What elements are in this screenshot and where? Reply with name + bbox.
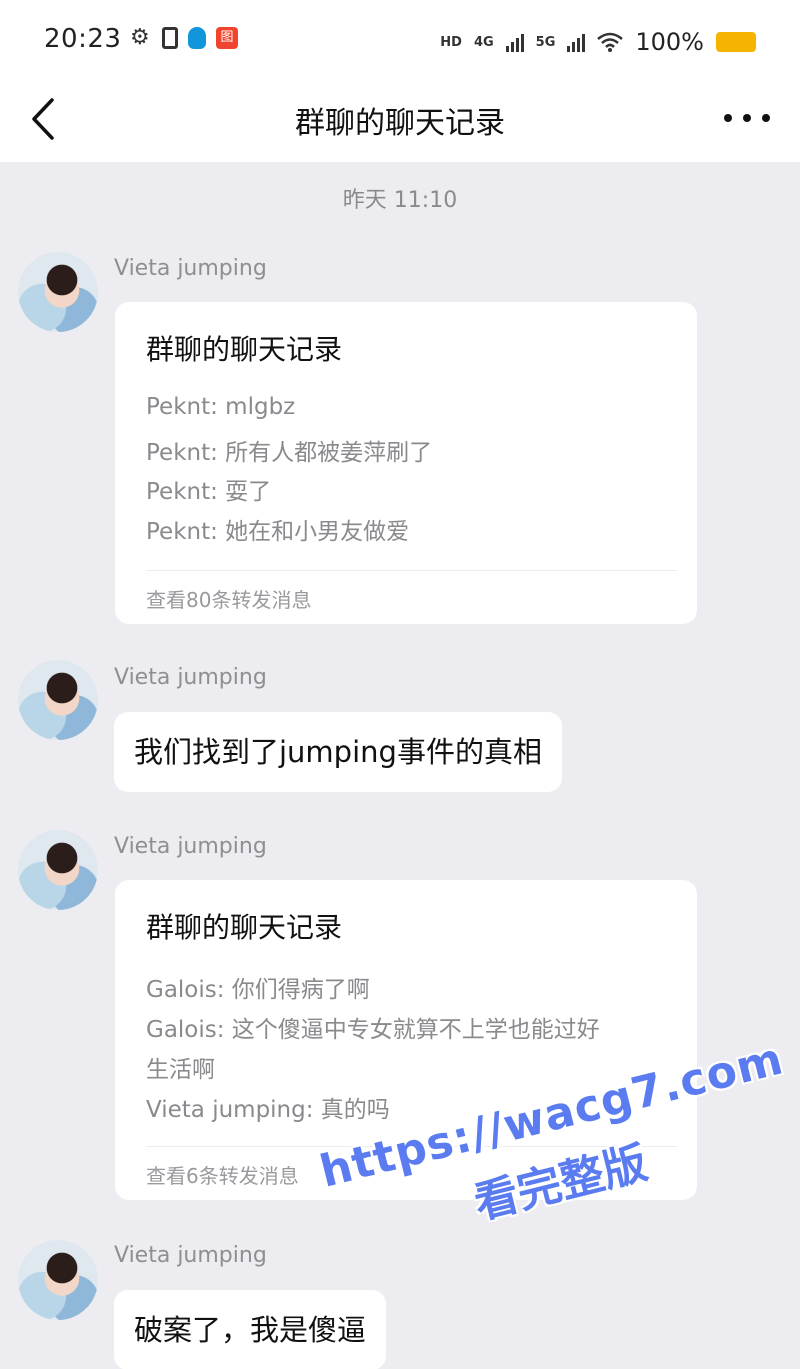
app-notification-icon: 图 (216, 27, 238, 49)
message-bubble[interactable]: 破案了，我是傻逼 (114, 1290, 387, 1369)
avatar[interactable] (18, 252, 98, 332)
hd-icon: HD (440, 34, 462, 50)
card-line: Peknt: 所有人都被姜萍刷了 (146, 440, 433, 466)
sender-name: Vieta jumping (114, 1243, 267, 1268)
gear-icon: ⚙ (130, 25, 150, 50)
system-icons: HD 4G 5G 100% (440, 28, 756, 56)
signal-icon (505, 32, 524, 52)
message-timestamp: 昨天 11:10 (342, 188, 458, 213)
card-footer: 查看6条转发消息 (146, 1164, 299, 1188)
avatar[interactable] (18, 660, 98, 740)
nav-bar: 群聊的聊天记录 (0, 80, 800, 162)
wifi-icon (597, 32, 624, 52)
card-footer: 查看80条转发消息 (146, 588, 312, 612)
signal-icon (567, 32, 586, 52)
card-line: Galois: 你们得病了啊 (146, 977, 370, 1003)
card-title: 群聊的聊天记录 (146, 333, 343, 366)
card-line: Peknt: mlgbz (146, 394, 296, 420)
clipboard-icon (162, 27, 178, 49)
battery-percent: 100% (635, 28, 704, 56)
avatar[interactable] (18, 1240, 98, 1320)
status-bar: 20:23 ⚙ 图 HD 4G 5G 100% (0, 0, 800, 80)
sender-name: Vieta jumping (114, 834, 267, 859)
card-line: 生活啊 (146, 1057, 215, 1083)
status-time: 20:23 (44, 24, 122, 54)
card-line: Peknt: 她在和小男友做爱 (146, 519, 410, 545)
battery-icon (716, 32, 756, 52)
forwarded-chat-card[interactable]: 群聊的聊天记录 Peknt: mlgbz Peknt: 所有人都被姜萍刷了 Pe… (115, 302, 697, 624)
sender-name: Vieta jumping (114, 665, 267, 690)
notification-icons: ⚙ 图 (130, 27, 238, 49)
network-4g-label: 4G (473, 34, 494, 50)
sender-name: Vieta jumping (114, 256, 267, 281)
card-line: Galois: 这个傻逼中专女就算不上学也能过好 (146, 1017, 600, 1043)
qq-icon (188, 27, 206, 49)
more-horizontal-icon (724, 114, 732, 122)
card-title: 群聊的聊天记录 (146, 911, 343, 944)
more-button[interactable] (724, 100, 770, 136)
message-bubble[interactable]: 我们找到了jumping事件的真相 (114, 712, 562, 792)
card-line: Vieta jumping: 真的吗 (146, 1097, 390, 1123)
page-title: 群聊的聊天记录 (295, 106, 505, 141)
network-5g-label: 5G (535, 34, 556, 50)
card-line: Peknt: 耍了 (146, 479, 272, 505)
card-divider (146, 570, 677, 571)
avatar[interactable] (18, 830, 98, 910)
